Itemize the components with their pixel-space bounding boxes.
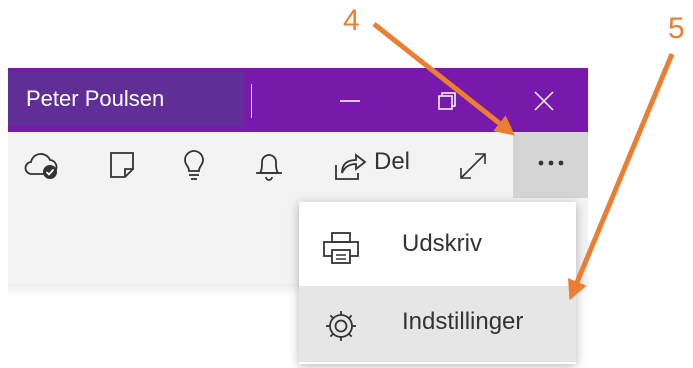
callout-4-arrow bbox=[372, 22, 516, 136]
callout-5-arrow bbox=[567, 53, 675, 301]
callout-5-label: 5 bbox=[668, 12, 685, 45]
callout-4-label: 4 bbox=[343, 4, 360, 37]
annotation-arrows bbox=[372, 22, 675, 301]
